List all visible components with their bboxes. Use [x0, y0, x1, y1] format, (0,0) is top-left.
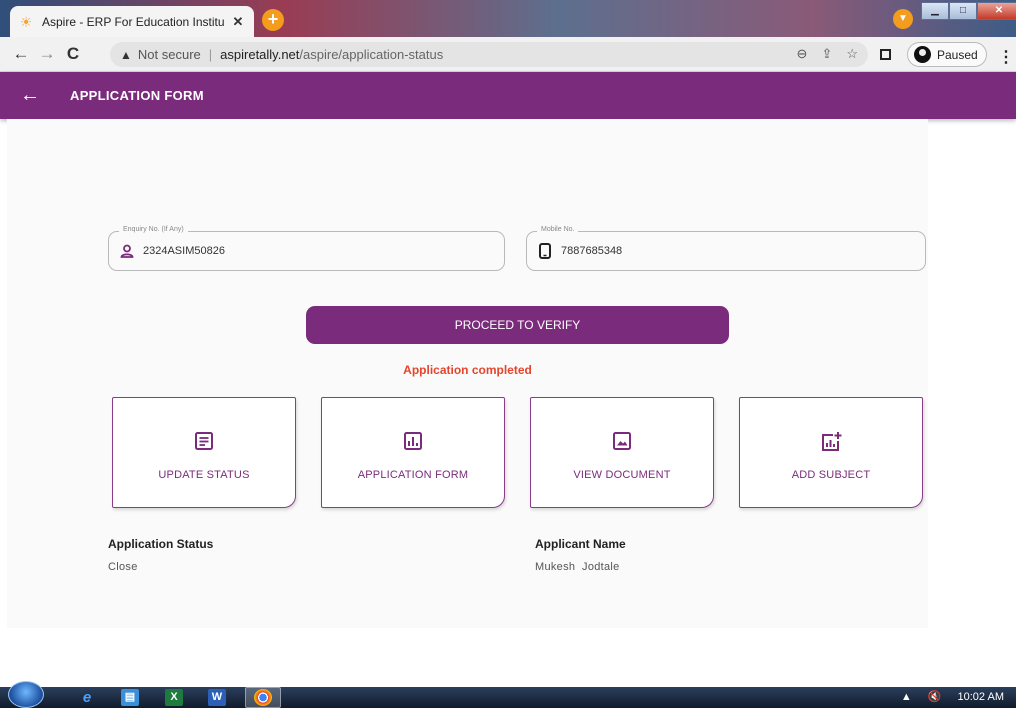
mobile-number-value: 7887685348 [561, 245, 623, 257]
add-subject-card[interactable]: ADD SUBJECT [739, 397, 923, 508]
browser-toolbar: ← → C ▲ Not secure | aspiretally.net /as… [0, 37, 1016, 72]
view-document-label: VIEW DOCUMENT [573, 469, 671, 481]
update-status-label: UPDATE STATUS [158, 469, 250, 481]
minimize-button[interactable]: ▁ [921, 2, 949, 20]
document-lines-icon [194, 431, 214, 453]
windows-taskbar: e ▤ X W ▲ 🔇 10:02 AM [0, 681, 1016, 708]
status-message: Application completed [403, 363, 532, 377]
applicant-name-label: Applicant Name [535, 537, 626, 551]
side-panel-icon[interactable] [880, 49, 891, 60]
add-subject-label: ADD SUBJECT [791, 469, 871, 481]
update-status-card[interactable]: UPDATE STATUS [112, 397, 296, 508]
mobile-number-field[interactable]: Mobile No. 7887685348 [526, 226, 926, 271]
tray-expand-icon[interactable]: ▲ [901, 691, 912, 703]
volume-muted-icon[interactable]: 🔇 [928, 690, 942, 703]
application-form-card[interactable]: APPLICATION FORM [321, 397, 505, 508]
address-bar[interactable]: ▲ Not secure | aspiretally.net /aspire/a… [110, 42, 868, 67]
tab-close-icon[interactable]: ✕ [230, 14, 246, 30]
share-icon[interactable]: ⇪ [821, 46, 832, 62]
mobile-number-legend: Mobile No. [537, 226, 579, 233]
excel-icon[interactable]: X [165, 689, 183, 706]
url-separator: | [208, 47, 213, 62]
enquiry-number-legend: Enquiry No. (If Any) [119, 226, 188, 233]
mobile-phone-icon [537, 243, 553, 259]
browser-tab[interactable]: ☀ Aspire - ERP For Education Institu ✕ [10, 6, 254, 37]
clock[interactable]: 10:02 AM [958, 691, 1004, 703]
enquiry-number-field[interactable]: Enquiry No. (If Any) 2324ASIM50826 [108, 226, 505, 271]
tab-title: Aspire - ERP For Education Institu [42, 14, 225, 29]
enquiry-number-value: 2324ASIM50826 [143, 245, 225, 257]
maximize-button[interactable]: □ [949, 2, 977, 20]
main-content: Enquiry No. (If Any) 2324ASIM50826 Mobil… [7, 119, 928, 628]
window-controls: ▁ □ ✕ [921, 2, 1016, 20]
internet-explorer-icon[interactable]: e [78, 689, 96, 706]
profile-button[interactable]: Paused [907, 42, 987, 67]
warning-triangle-icon: ▲ [120, 47, 132, 62]
back-arrow-icon[interactable]: ← [8, 44, 34, 64]
zoom-icon[interactable]: ⊖ [797, 46, 808, 62]
profile-status: Paused [937, 47, 978, 62]
forward-arrow-icon[interactable]: → [34, 44, 60, 64]
not-secure-label: Not secure [137, 47, 201, 62]
app-header: ← APPLICATION FORM [0, 72, 1016, 119]
page-title: APPLICATION FORM [70, 88, 204, 103]
bar-chart-icon [403, 431, 423, 453]
avatar [914, 46, 931, 63]
back-arrow-icon[interactable]: ← [20, 84, 46, 107]
system-tray: ▲ 🔇 10:02 AM [901, 690, 1004, 704]
url-domain: aspiretally.net [220, 47, 300, 62]
reload-icon[interactable]: C [60, 44, 86, 64]
application-form-label: APPLICATION FORM [357, 469, 469, 481]
application-status-value: Close [108, 561, 138, 573]
bookmark-star-icon[interactable]: ☆ [846, 46, 858, 62]
browser-titlebar: ☀ Aspire - ERP For Education Institu ✕ +… [0, 0, 1016, 37]
omnibox-actions: ⊖ ⇪ ☆ [797, 46, 858, 62]
aspire-favicon-icon: ☀ [19, 13, 33, 30]
url-path: /aspire/application-status [299, 47, 444, 62]
new-tab-button[interactable]: + [262, 9, 284, 31]
tab-search-button[interactable]: ▼ [893, 9, 913, 29]
view-document-card[interactable]: VIEW DOCUMENT [530, 397, 714, 508]
applicant-name-value: Mukesh Jodtale [535, 561, 620, 573]
start-button[interactable] [8, 681, 44, 708]
word-icon[interactable]: W [208, 689, 226, 706]
close-window-button[interactable]: ✕ [977, 2, 1016, 20]
person-icon [119, 243, 135, 259]
image-icon [612, 431, 632, 453]
chart-add-icon [820, 431, 842, 453]
chrome-menu-icon[interactable]: ⋮ [998, 47, 1014, 67]
chrome-icon [254, 689, 272, 706]
file-explorer-icon[interactable]: ▤ [121, 689, 139, 706]
application-status-label: Application Status [108, 537, 214, 551]
proceed-to-verify-button[interactable]: PROCEED TO VERIFY [306, 306, 729, 344]
